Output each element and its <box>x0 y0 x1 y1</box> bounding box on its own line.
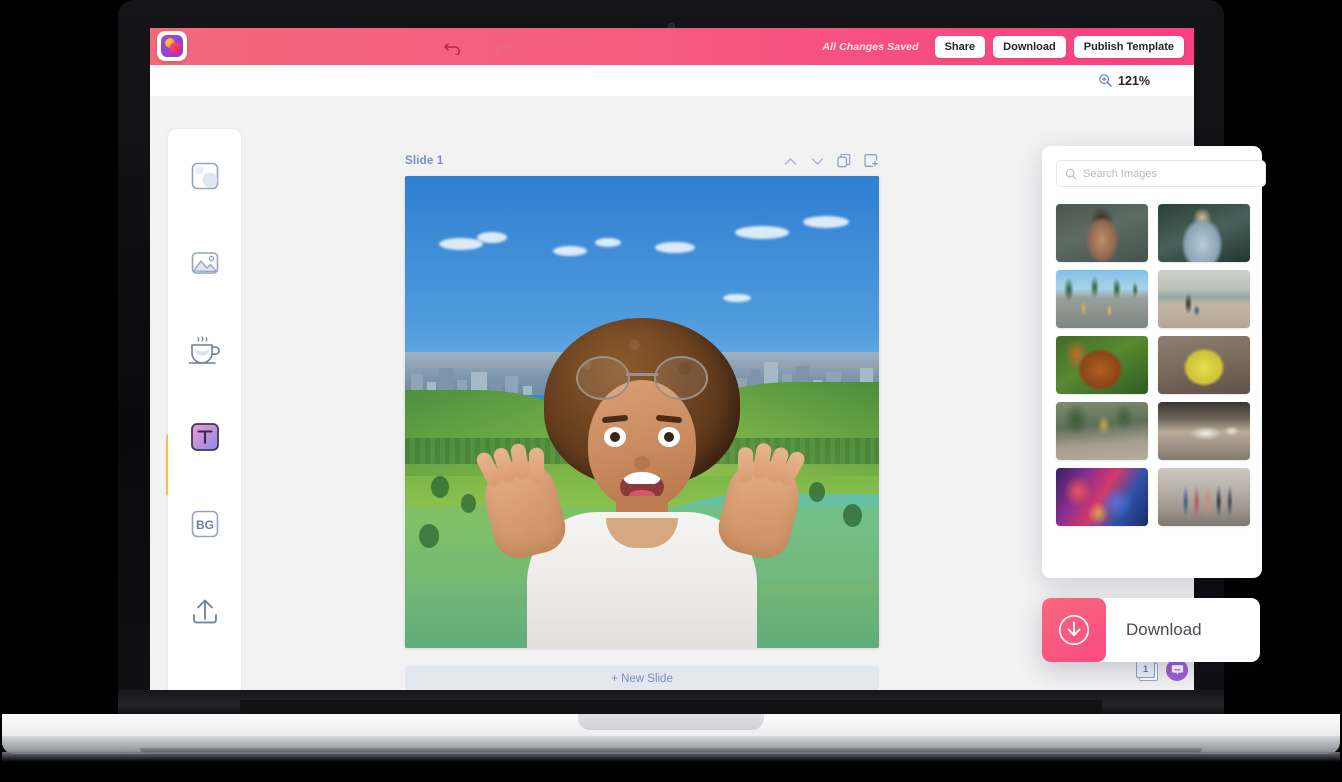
slide-count-value: 1 <box>1142 663 1149 675</box>
zoom-in-icon <box>1099 74 1112 87</box>
upload-icon <box>192 599 217 624</box>
sidebar-item-templates[interactable] <box>185 156 225 196</box>
slide-canvas[interactable] <box>405 176 879 648</box>
app-header: All Changes Saved Share Download Publish… <box>150 28 1194 65</box>
sidebar-item-images[interactable] <box>185 243 225 283</box>
person-hand-left <box>474 442 571 564</box>
zoom-level-value: 121% <box>1118 73 1150 88</box>
thumbnail-item[interactable] <box>1158 402 1250 460</box>
undo-icon[interactable] <box>440 34 466 60</box>
save-status-text: All Changes Saved <box>822 40 919 53</box>
download-cta-card[interactable]: Download <box>1042 598 1260 662</box>
add-slide-button[interactable] <box>863 153 879 169</box>
shapes-icon <box>191 162 218 190</box>
workspace: BG Slide 1 + New Slide <box>150 96 1194 690</box>
new-slide-label: + New Slide <box>611 672 673 685</box>
laptop-base-notch <box>578 714 764 730</box>
thumbnail-item[interactable] <box>1158 336 1250 394</box>
thumbnail-item[interactable] <box>1056 270 1148 328</box>
sidebar-item-text[interactable] <box>185 417 225 457</box>
image-thumbnail-grid <box>1056 204 1250 526</box>
thumbnail-item[interactable] <box>1056 402 1148 460</box>
slide-header: Slide 1 <box>405 151 879 171</box>
redo-icon[interactable] <box>490 34 516 60</box>
share-button[interactable]: Share <box>934 35 986 58</box>
images-panel: Search Images <box>1042 146 1266 578</box>
thumbnail-item[interactable] <box>1158 270 1250 328</box>
bg-icon: BG <box>191 510 218 538</box>
person-glasses <box>576 356 708 400</box>
search-icon <box>1065 168 1077 179</box>
sidebar-item-stickers[interactable] <box>185 330 225 370</box>
canvas-person <box>474 318 808 648</box>
header-actions: All Changes Saved Share Download Publish… <box>822 28 1184 65</box>
slide-count-badge[interactable]: 1 <box>1136 660 1158 681</box>
text-t-icon <box>190 423 219 451</box>
coffee-cup-icon <box>188 336 220 364</box>
app-logo-icon[interactable] <box>157 31 187 61</box>
download-button[interactable]: Download <box>993 35 1066 58</box>
slide-title: Slide 1 <box>405 155 444 167</box>
sidebar-item-upload[interactable] <box>185 591 225 631</box>
chat-bubble-icon[interactable] <box>1166 659 1188 681</box>
thumbnail-item[interactable] <box>1056 204 1148 262</box>
search-placeholder: Search Images <box>1083 167 1157 180</box>
laptop-base-shadow <box>2 752 1340 762</box>
duplicate-slide-button[interactable] <box>836 153 852 169</box>
thumbnail-item[interactable] <box>1056 336 1148 394</box>
zoom-bar: 121% <box>150 65 1194 97</box>
publish-template-button[interactable]: Publish Template <box>1073 35 1184 58</box>
thumbnail-item[interactable] <box>1158 204 1250 262</box>
download-cta-label: Download <box>1126 620 1202 639</box>
slide-actions <box>782 153 879 169</box>
thumbnail-item[interactable] <box>1158 468 1250 526</box>
svg-text:BG: BG <box>196 518 214 532</box>
floating-badges: 1 <box>1136 659 1188 681</box>
move-slide-down-button[interactable] <box>809 153 825 169</box>
image-icon <box>191 252 218 274</box>
laptop-hinge-lip <box>240 700 1102 714</box>
move-slide-up-button[interactable] <box>782 153 798 169</box>
tool-sidebar: BG <box>168 129 241 690</box>
history-controls <box>440 28 516 65</box>
thumbnail-item[interactable] <box>1056 468 1148 526</box>
zoom-control[interactable]: 121% <box>1098 73 1150 88</box>
new-slide-button[interactable]: + New Slide <box>405 666 879 690</box>
app-screen: All Changes Saved Share Download Publish… <box>150 28 1194 690</box>
sidebar-item-background[interactable]: BG <box>185 504 225 544</box>
download-circle-icon <box>1042 598 1106 662</box>
search-images-field[interactable]: Search Images <box>1056 160 1266 187</box>
slide-editor: Slide 1 + New Slide <box>405 151 879 690</box>
